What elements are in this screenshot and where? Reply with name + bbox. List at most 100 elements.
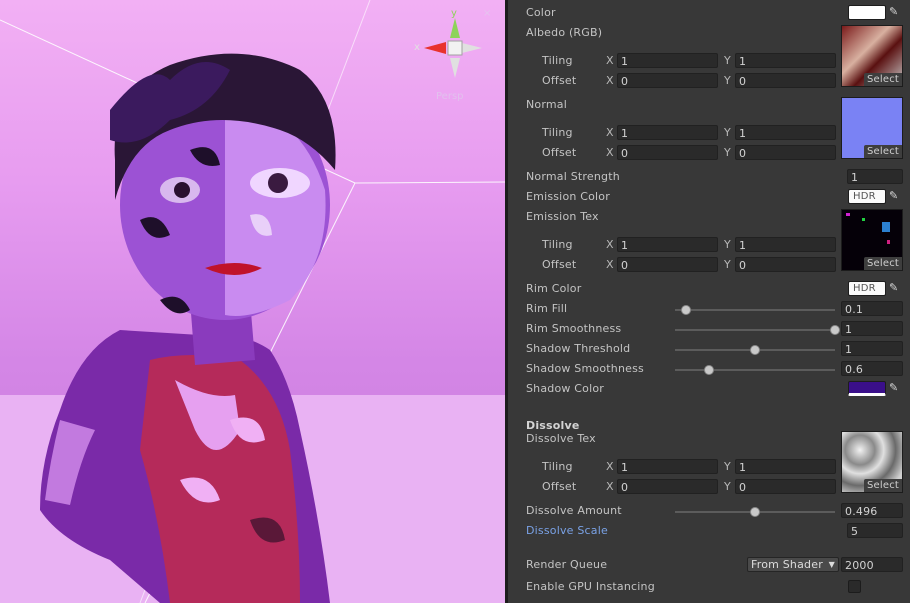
dissolve-tiling-y-field[interactable]: 1 bbox=[735, 459, 836, 474]
normal-label: Normal bbox=[526, 98, 567, 111]
emission-offset-x-label: X bbox=[606, 258, 614, 271]
albedo-tiling-y-field[interactable]: 1 bbox=[735, 53, 836, 68]
normal-offset-label: Offset bbox=[542, 146, 577, 159]
albedo-offset-y-field[interactable]: 0 bbox=[735, 73, 836, 88]
shadow-smoothness-label: Shadow Smoothness bbox=[526, 362, 644, 375]
albedo-offset-label: Offset bbox=[542, 74, 577, 87]
dissolve-scale-label: Dissolve Scale bbox=[526, 524, 608, 537]
albedo-label: Albedo (RGB) bbox=[526, 26, 603, 39]
eyedropper-icon[interactable]: ✎ bbox=[889, 281, 901, 295]
rim-fill-label: Rim Fill bbox=[526, 302, 568, 315]
shadow-color-swatch[interactable] bbox=[848, 381, 886, 396]
albedo-tiling-x-label: X bbox=[606, 54, 614, 67]
scene-gizmo[interactable]: y x Persp bbox=[414, 8, 490, 102]
emission-offset-y-field[interactable]: 0 bbox=[735, 257, 836, 272]
emission-offset-x-field[interactable]: 0 bbox=[617, 257, 718, 272]
emission-tiling-y-field[interactable]: 1 bbox=[735, 237, 836, 252]
render-queue-dropdown-value: From Shader bbox=[751, 558, 823, 571]
normal-tiling-x-field[interactable]: 1 bbox=[617, 125, 718, 140]
dissolve-amount-slider-knob[interactable] bbox=[750, 507, 760, 517]
dissolve-tiling-x-field[interactable]: 1 bbox=[617, 459, 718, 474]
albedo-offset-y-label: Y bbox=[724, 74, 731, 87]
normal-strength-field[interactable]: 1 bbox=[847, 169, 903, 184]
albedo-tiling-x-field[interactable]: 1 bbox=[617, 53, 718, 68]
emission-tiling-x-field[interactable]: 1 bbox=[617, 237, 718, 252]
albedo-tiling-y-label: Y bbox=[724, 54, 731, 67]
normal-offset-y-field[interactable]: 0 bbox=[735, 145, 836, 160]
emission-texture-slot[interactable]: Select bbox=[841, 209, 903, 271]
rim-smoothness-field[interactable]: 1 bbox=[841, 321, 903, 336]
dissolve-scale-field[interactable]: 5 bbox=[847, 523, 903, 538]
dissolve-texture-slot[interactable]: Select bbox=[841, 431, 903, 493]
shadow-threshold-slider-knob[interactable] bbox=[750, 345, 760, 355]
rim-smoothness-slider-track[interactable] bbox=[675, 329, 835, 331]
gpu-instancing-checkbox[interactable] bbox=[848, 580, 861, 593]
albedo-offset-x-label: X bbox=[606, 74, 614, 87]
render-queue-field[interactable]: 2000 bbox=[841, 557, 903, 572]
normal-tiling-y-field[interactable]: 1 bbox=[735, 125, 836, 140]
normal-select-button[interactable]: Select bbox=[864, 145, 902, 158]
render-queue-label: Render Queue bbox=[526, 558, 608, 571]
gizmo-x-label: x bbox=[414, 42, 420, 53]
emission-tiling-label: Tiling bbox=[542, 238, 573, 251]
dissolve-select-button[interactable]: Select bbox=[864, 479, 902, 492]
emission-tex-label: Emission Tex bbox=[526, 210, 599, 223]
dissolve-section-header: Dissolve bbox=[526, 419, 580, 432]
albedo-select-button[interactable]: Select bbox=[864, 73, 902, 86]
character-model[interactable] bbox=[40, 53, 336, 603]
emission-select-button[interactable]: Select bbox=[864, 257, 902, 270]
scene-canvas bbox=[0, 0, 505, 603]
shadow-smoothness-field[interactable]: 0.6 bbox=[841, 361, 903, 376]
render-queue-dropdown[interactable]: From Shader ▼ bbox=[747, 557, 839, 572]
dissolve-offset-x-field[interactable]: 0 bbox=[617, 479, 718, 494]
dissolve-offset-x-label: X bbox=[606, 480, 614, 493]
shadow-threshold-field[interactable]: 1 bbox=[841, 341, 903, 356]
eyedropper-icon[interactable]: ✎ bbox=[889, 5, 901, 19]
albedo-tiling-label: Tiling bbox=[542, 54, 573, 67]
gizmo-lock-icon[interactable]: × bbox=[483, 8, 491, 19]
scene-view[interactable]: y x Persp × bbox=[0, 0, 505, 603]
emission-offset-label: Offset bbox=[542, 258, 577, 271]
dissolve-offset-y-field[interactable]: 0 bbox=[735, 479, 836, 494]
dissolve-offset-y-label: Y bbox=[724, 480, 731, 493]
rim-smoothness-slider-knob[interactable] bbox=[830, 325, 840, 335]
rim-smoothness-label: Rim Smoothness bbox=[526, 322, 622, 335]
normal-texture-slot[interactable]: Select bbox=[841, 97, 903, 159]
normal-tiling-x-label: X bbox=[606, 126, 614, 139]
shadow-smoothness-slider-track[interactable] bbox=[675, 369, 835, 371]
material-inspector: Color ✎ Albedo (RGB) Select Tiling X 1 Y… bbox=[508, 0, 910, 603]
emission-offset-y-label: Y bbox=[724, 258, 731, 271]
emission-color-swatch[interactable]: HDR bbox=[848, 189, 886, 204]
rim-fill-slider-knob[interactable] bbox=[681, 305, 692, 315]
gizmo-y-label: y bbox=[451, 8, 457, 19]
rim-color-swatch[interactable]: HDR bbox=[848, 281, 886, 296]
dissolve-amount-label: Dissolve Amount bbox=[526, 504, 622, 517]
dissolve-amount-field[interactable]: 0.496 bbox=[841, 503, 903, 518]
dissolve-tiling-x-label: X bbox=[606, 460, 614, 473]
normal-offset-x-field[interactable]: 0 bbox=[617, 145, 718, 160]
shadow-threshold-label: Shadow Threshold bbox=[526, 342, 631, 355]
color-swatch[interactable] bbox=[848, 5, 886, 20]
albedo-texture-slot[interactable]: Select bbox=[841, 25, 903, 87]
eyedropper-icon[interactable]: ✎ bbox=[889, 381, 901, 395]
dissolve-tiling-y-label: Y bbox=[724, 460, 731, 473]
gpu-instancing-label: Enable GPU Instancing bbox=[526, 580, 655, 593]
color-label: Color bbox=[526, 6, 556, 19]
albedo-offset-x-field[interactable]: 0 bbox=[617, 73, 718, 88]
dissolve-tiling-label: Tiling bbox=[542, 460, 573, 473]
rim-fill-slider-track[interactable] bbox=[675, 309, 835, 311]
dissolve-tex-label: Dissolve Tex bbox=[526, 432, 596, 445]
gizmo-mode-label[interactable]: Persp bbox=[436, 91, 464, 102]
chevron-down-icon: ▼ bbox=[828, 560, 835, 569]
rim-fill-field[interactable]: 0.1 bbox=[841, 301, 903, 316]
normal-tiling-label: Tiling bbox=[542, 126, 573, 139]
normal-strength-label: Normal Strength bbox=[526, 170, 620, 183]
emission-tiling-x-label: X bbox=[606, 238, 614, 251]
shadow-color-label: Shadow Color bbox=[526, 382, 605, 395]
normal-tiling-y-label: Y bbox=[724, 126, 731, 139]
eyedropper-icon[interactable]: ✎ bbox=[889, 189, 901, 203]
emission-tiling-y-label: Y bbox=[724, 238, 731, 251]
rim-color-label: Rim Color bbox=[526, 282, 582, 295]
shadow-smoothness-slider-knob[interactable] bbox=[703, 365, 714, 375]
dissolve-offset-label: Offset bbox=[542, 480, 577, 493]
